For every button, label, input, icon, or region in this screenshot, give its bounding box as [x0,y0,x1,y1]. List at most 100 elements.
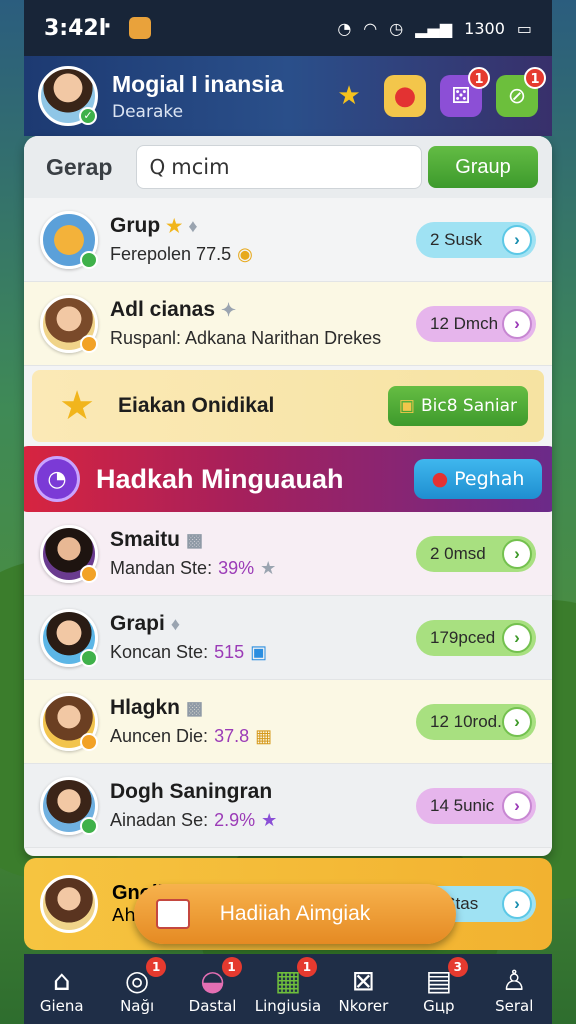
list-item[interactable]: Smaitu ▩ Mandan Ste: 39% ★ 2 0msd › [24,512,552,596]
battery-icon: ▭ [516,18,532,38]
promo-button-label: Peghah [454,468,525,490]
nav-ball[interactable]: ◎ 1 Nağı [102,957,172,1015]
panel-title: Gerap [46,153,113,180]
row-title: Dogh Saningran [110,780,273,803]
status-dot [80,564,98,583]
profile-header: ✓ Mogial I inansia Dearake ★ ● ⚄ 1 ⊘ 1 [24,56,552,136]
favorites-title: Eiakan Onidikal [118,394,275,417]
user-avatar [40,608,98,667]
star-icon: ★ [166,215,183,236]
home-icon: ⌂ [52,963,71,997]
star-button[interactable]: ★ [328,75,370,117]
nav-badge: 1 [296,957,317,977]
list-item[interactable]: Hlagkn ▩ Auncen Die: 37.8 ▦ 12 10rod. › [24,680,552,764]
timer-icon: ◔ [337,18,352,38]
search-value: mcim [171,155,230,179]
nav-label: Dastal [188,997,237,1015]
row-title: Smaitu [110,528,181,551]
promo-title: Hadkah Minguauah [96,463,344,494]
dice-badge: 1 [468,67,490,89]
chevron-right-icon: › [502,308,532,339]
online-dot [80,648,98,667]
list-item[interactable]: Dogh Saningran Ainadan Se: 2.9% ★ 14 5un… [24,764,552,848]
action-pill[interactable]: 14 5unic › [416,787,536,824]
group-panel: Gerap Q mcim Graup Grup ★ ♦ Ferepolen 77… [24,136,552,856]
ball-icon: ● [393,81,417,111]
nav-home[interactable]: ⌂ Giena [27,963,97,1016]
nav-console[interactable]: ▤ 3 Gцр [404,957,474,1015]
pill-label: 12 10rod. [430,711,502,731]
box-icon: ▩ [186,529,204,550]
list-item[interactable]: Adl cianas ✦ Ruspanl: Adkana Narithan Dr… [24,282,552,366]
block-badge: 1 [524,67,546,89]
block-icon: ⊘ [507,83,527,109]
row-detail-value: 2.9% [214,810,256,830]
alarm-icon: ◷ [389,18,404,38]
chevron-right-icon: › [502,790,532,821]
row-title: Grup [110,214,161,237]
nav-label: Nağı [120,997,155,1015]
row-detail-label: Ainadan Se: [110,810,209,830]
favorites-row[interactable]: ★ Eiakan Onidikal ▣ Bic8 Saniar [32,370,544,442]
chevron-right-icon: › [502,706,532,737]
search-bar: Gerap Q mcim Graup [24,136,552,198]
online-dot [80,250,98,269]
app-notification-icon [128,17,151,39]
user-avatar [40,294,98,353]
action-pill[interactable]: 179pced › [416,619,536,656]
nav-profile[interactable]: ♙ Seral [479,963,549,1016]
nav-label: Seral [495,997,534,1015]
block-button[interactable]: ⊘ 1 [496,67,546,117]
bottom-nav: ⌂ Giena ◎ 1 Nağı ◒ 1 Dastal ▦ 1 Lingiusi… [24,954,552,1024]
battery-text: 1300 [464,18,505,38]
gift-icon: ▦ [255,726,273,746]
row-detail-label: Mandan Ste: [110,558,213,578]
search-input[interactable]: Q mcim [136,145,423,189]
user-icon: ♙ [501,963,527,997]
nav-box[interactable]: ⊠ Nkorer [328,963,398,1016]
profile-name: Mogial I inansia [112,70,284,97]
chevron-right-icon: › [502,622,532,653]
action-pill[interactable]: 2 0msd › [416,535,536,572]
status-dot [80,334,98,353]
row-title: Adl cianas [110,298,216,321]
action-pill[interactable]: 12 Dmch › [416,305,536,342]
dice-button[interactable]: ⚄ 1 [440,67,490,117]
favorites-button[interactable]: ▣ Bic8 Saniar [388,386,528,426]
nav-label: Giena [39,997,84,1015]
signal-icon: ▂▄▆ [415,18,453,38]
avatar[interactable]: ✓ [38,66,98,126]
pill-label: 179pced [430,627,496,647]
pill-label: 2 Susk [430,229,482,249]
chevron-right-icon: › [502,538,532,569]
promo-button[interactable]: ● Peghah [414,459,542,499]
nav-label: Nkorer [338,997,389,1015]
group-avatar [40,210,98,269]
group-button[interactable]: Graup [428,146,538,188]
star-icon: ★ [260,558,277,578]
action-pill[interactable]: 2 Susk › [416,221,536,258]
nav-pot[interactable]: ◒ 1 Dastal [178,957,248,1015]
claim-reward-button[interactable]: Hadiiah Aimgiak [134,884,456,944]
nav-gift[interactable]: ▦ 1 Lingiusia [253,957,323,1015]
nav-badge: 3 [447,957,468,977]
bottle-icon: ♦ [188,215,198,236]
nav-label: Gцр [423,997,455,1015]
row-detail-value: 37.8 [214,726,250,746]
status-dot [80,732,98,751]
box-icon: ▩ [186,697,204,718]
list-item[interactable]: Grup ★ ♦ Ferepolen 77.5 ◉ 2 Susk › [24,198,552,282]
action-pill[interactable]: 12 10rod. › [416,703,536,740]
star-icon: ★ [59,383,95,429]
row-title: Grapi [110,612,165,635]
nav-badge: 1 [146,957,167,977]
coin-icon: ◉ [237,244,253,264]
promo-banner[interactable]: ◔ Hadkah Minguauah ● Peghah [24,446,552,512]
gift-button[interactable]: ● [384,75,426,117]
row-detail-label: Auncen Die: [110,726,209,746]
gift-box-icon [156,899,190,929]
chest-icon: ▣ [398,396,415,416]
wifi-icon: ◠ [363,18,378,38]
list-item[interactable]: Grapi ♦ Koncan Ste: 515 ▣ 179pced › [24,596,552,680]
ball-icon: ● [431,468,449,490]
